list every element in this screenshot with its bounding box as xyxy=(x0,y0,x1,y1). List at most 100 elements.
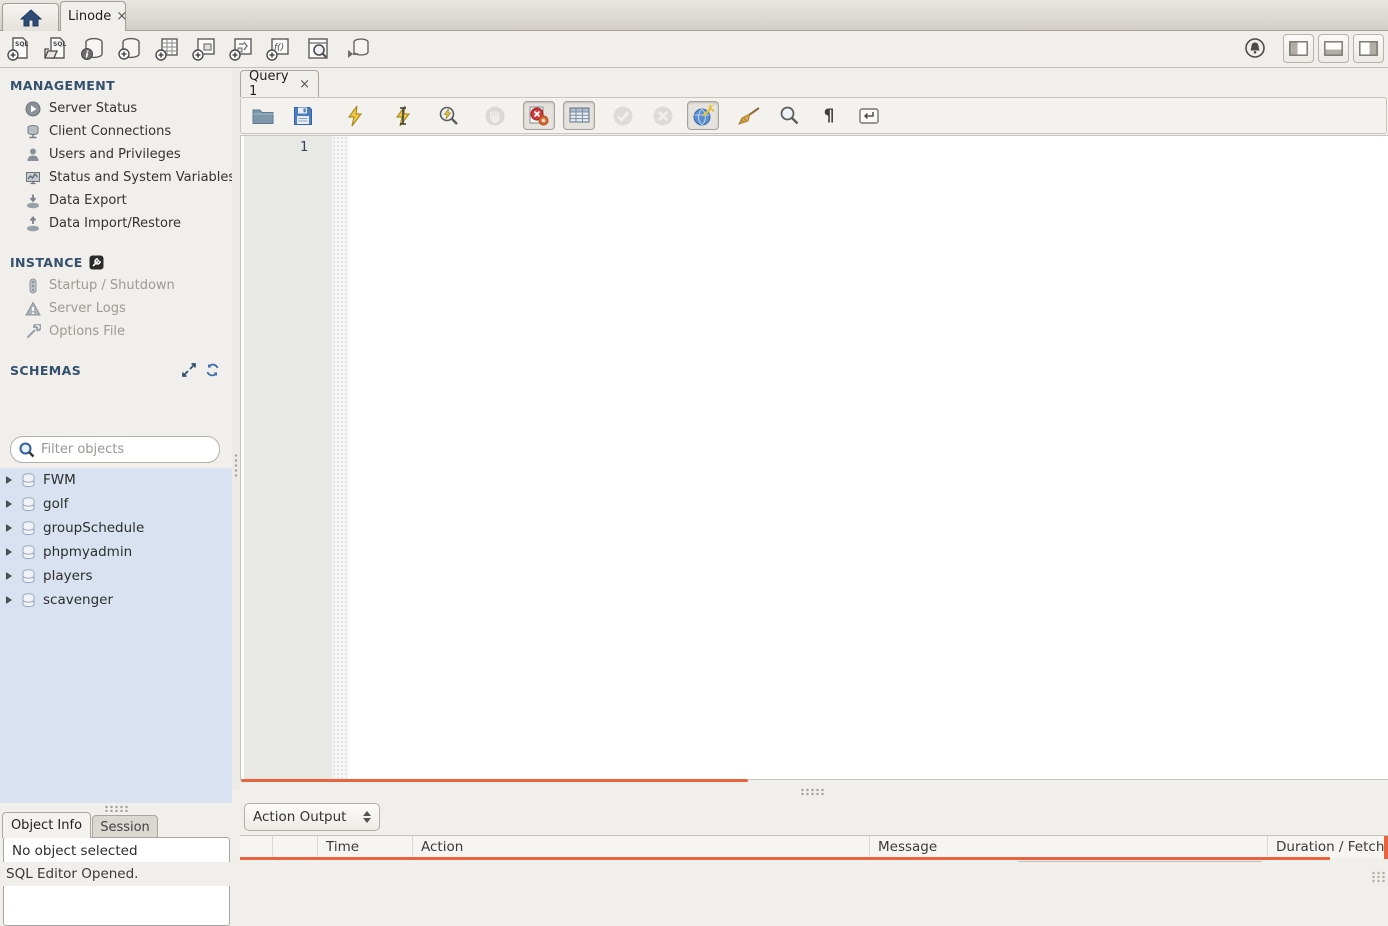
sql-editor[interactable]: 1 xyxy=(240,135,1388,780)
info-tab-strip: Session Object Info xyxy=(0,812,232,838)
main-toolbar: SQL SQL i xyxy=(0,31,1388,68)
svg-text:SQL: SQL xyxy=(53,41,66,48)
sidebar-bottom-splitter[interactable] xyxy=(104,805,128,812)
output-col-blank2[interactable] xyxy=(273,836,318,858)
toggle-bottom-panel-button[interactable] xyxy=(1318,34,1349,63)
toggle-stop-on-error-button[interactable] xyxy=(523,101,555,130)
schema-db-icon xyxy=(21,497,36,512)
query-tab-close-icon[interactable]: × xyxy=(299,78,310,91)
home-tab[interactable] xyxy=(2,3,59,31)
refresh-schemas-icon[interactable] xyxy=(205,363,220,377)
create-procedure-button[interactable] xyxy=(222,33,259,66)
connection-tab-label: Linode xyxy=(68,9,111,24)
create-function-button[interactable]: f() xyxy=(259,33,296,66)
expander-icon[interactable] xyxy=(6,596,12,604)
toggle-right-panel-button[interactable] xyxy=(1353,34,1384,63)
explain-button[interactable] xyxy=(433,101,465,130)
execute-current-button[interactable] xyxy=(387,101,419,130)
startup-shutdown-label: Startup / Shutdown xyxy=(49,278,175,293)
output-vscrollbar[interactable] xyxy=(1384,836,1388,859)
schema-row-golf[interactable]: golf xyxy=(0,492,232,516)
editor-text-area[interactable] xyxy=(349,136,1388,779)
execute-icon xyxy=(345,105,365,127)
expander-icon[interactable] xyxy=(6,548,12,556)
schema-db-icon xyxy=(21,569,36,584)
sidebar-item-status-variables[interactable]: Status and System Variables xyxy=(0,166,232,189)
sidebar-item-server-logs[interactable]: Server Logs xyxy=(0,297,232,320)
instance-section-header: INSTANCE xyxy=(0,235,232,274)
notification-button[interactable] xyxy=(1239,33,1271,63)
sidebar-item-client-connections[interactable]: Client Connections xyxy=(0,120,232,143)
expander-icon[interactable] xyxy=(6,500,12,508)
schema-row-groupschedule[interactable]: groupSchedule xyxy=(0,516,232,540)
svg-text:SQL: SQL xyxy=(15,41,28,48)
new-sql-tab-icon: SQL xyxy=(6,36,32,62)
limit-rows-button[interactable] xyxy=(563,101,595,130)
connection-tab-linode[interactable]: Linode × xyxy=(60,1,126,31)
create-view-button[interactable] xyxy=(185,33,222,66)
expand-schemas-icon[interactable] xyxy=(182,363,196,377)
toggle-wrap-button[interactable] xyxy=(853,101,885,130)
output-type-select[interactable]: Action Output xyxy=(244,803,380,831)
open-file-button[interactable] xyxy=(247,101,279,130)
sidebar-item-server-status[interactable]: Server Status xyxy=(0,97,232,120)
sidebar-item-data-export[interactable]: Data Export xyxy=(0,189,232,212)
output-col-time[interactable]: Time xyxy=(318,836,413,858)
stop-button[interactable] xyxy=(479,101,511,130)
sidebar-item-options-file[interactable]: Options File xyxy=(0,320,232,343)
toggle-right-panel-icon xyxy=(1359,41,1378,56)
output-select-value: Action Output xyxy=(253,809,346,825)
execute-button[interactable] xyxy=(339,101,371,130)
explain-icon xyxy=(438,105,460,127)
window-resize-grip-icon[interactable] xyxy=(1371,871,1386,884)
db-inspector-button[interactable]: i xyxy=(74,33,111,66)
reconnect-dbms-icon xyxy=(345,36,371,62)
beautify-button[interactable] xyxy=(733,101,765,130)
schema-tree: FWM golf groupSchedule phpmyadmin player xyxy=(0,468,232,803)
connection-tab-close-icon[interactable]: × xyxy=(116,10,127,23)
rollback-button[interactable] xyxy=(647,101,679,130)
toggle-autocommit-button[interactable] xyxy=(687,101,719,130)
autocommit-icon xyxy=(692,105,714,127)
sidebar-item-users-privileges[interactable]: Users and Privileges xyxy=(0,143,232,166)
output-col-action[interactable]: Action xyxy=(413,836,870,858)
beautify-broom-icon xyxy=(737,106,761,126)
output-col-blank1[interactable] xyxy=(240,836,273,858)
expander-icon[interactable] xyxy=(6,524,12,532)
query-tab[interactable]: Query 1 × xyxy=(240,70,319,97)
expander-icon[interactable] xyxy=(6,572,12,580)
tab-object-info[interactable]: Object Info xyxy=(2,812,91,838)
search-table-data-button[interactable] xyxy=(299,33,336,66)
reconnect-dbms-button[interactable] xyxy=(339,33,376,66)
options-file-label: Options File xyxy=(49,324,125,339)
schema-row-fwm[interactable]: FWM xyxy=(0,468,232,492)
output-hscrollbar[interactable] xyxy=(240,857,1330,860)
status-bar: SQL Editor Opened. xyxy=(0,862,1388,886)
create-table-button[interactable] xyxy=(148,33,185,66)
output-col-message[interactable]: Message xyxy=(870,836,1268,858)
schema-row-phpmyadmin[interactable]: phpmyadmin xyxy=(0,540,232,564)
search-table-data-icon xyxy=(305,36,331,62)
tab-session[interactable]: Session xyxy=(92,815,158,838)
commit-button[interactable] xyxy=(607,101,639,130)
schema-filter-box xyxy=(10,436,220,463)
create-schema-button[interactable] xyxy=(111,33,148,66)
find-button[interactable] xyxy=(773,101,805,130)
select-spinner-icon xyxy=(363,811,371,823)
schema-filter-input[interactable] xyxy=(41,442,211,457)
open-sql-script-button[interactable]: SQL xyxy=(37,33,74,66)
server-status-icon xyxy=(24,101,41,117)
toggle-left-panel-button[interactable] xyxy=(1283,34,1314,63)
sidebar-item-data-import[interactable]: Data Import/Restore xyxy=(0,212,232,235)
show-invisibles-button[interactable]: ¶ xyxy=(813,101,845,130)
editor-hscrollbar[interactable] xyxy=(241,779,748,782)
save-button[interactable] xyxy=(287,101,319,130)
sidebar-item-startup-shutdown[interactable]: Startup / Shutdown xyxy=(0,274,232,297)
output-col-duration[interactable]: Duration / Fetch xyxy=(1268,836,1388,858)
output-splitter[interactable] xyxy=(240,784,1388,799)
expander-icon[interactable] xyxy=(6,476,12,484)
new-sql-tab-button[interactable]: SQL xyxy=(0,33,37,66)
schema-row-scavenger[interactable]: scavenger xyxy=(0,588,232,612)
sidebar-splitter[interactable] xyxy=(232,68,240,790)
schema-row-players[interactable]: players xyxy=(0,564,232,588)
